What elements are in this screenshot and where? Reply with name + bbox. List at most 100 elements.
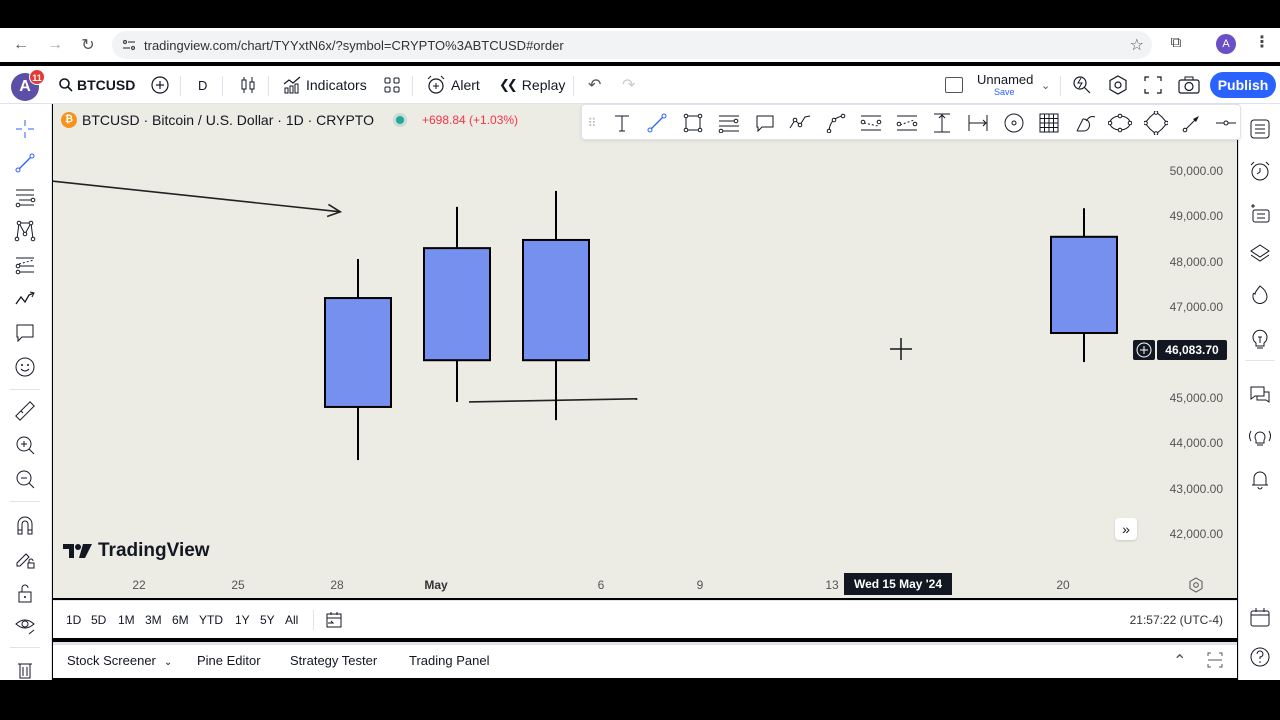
clock-timezone[interactable]: 21:57:22 (UTC-4) <box>1130 613 1223 627</box>
publish-button[interactable]: Publish <box>1210 72 1276 98</box>
alerts-clock-icon[interactable] <box>1247 158 1273 184</box>
compare-button[interactable] <box>150 66 170 104</box>
scroll-to-realtime-button[interactable]: » <box>1115 518 1137 540</box>
streams-lightbulb-icon[interactable] <box>1247 424 1273 450</box>
lock-drawings-pencil-icon[interactable] <box>12 546 38 572</box>
path-tool-icon[interactable] <box>788 111 812 135</box>
trendline-drawing[interactable] <box>468 397 638 403</box>
replay-button[interactable]: ❮❮ Replay <box>499 66 565 104</box>
snapshot-button[interactable] <box>1178 66 1200 104</box>
go-to-date-icon[interactable] <box>325 611 343 634</box>
undo-icon[interactable]: ↶ <box>588 66 601 104</box>
chats-icon[interactable] <box>1247 382 1273 408</box>
extensions-icon[interactable]: ⧉ <box>1166 34 1186 54</box>
add-price-alert-button[interactable] <box>1133 340 1155 360</box>
collapse-panel-chevron-up-icon[interactable]: ⌃ <box>1173 651 1186 671</box>
indicators-button[interactable]: Indicators <box>283 66 367 104</box>
trend-line-icon[interactable] <box>12 150 38 176</box>
maximize-panel-icon[interactable] <box>1207 652 1223 671</box>
reload-icon[interactable]: ↻ <box>71 28 105 62</box>
chart-type-button[interactable] <box>240 66 256 104</box>
horizontal-ray-icon[interactable] <box>1214 111 1238 135</box>
range-button-1m[interactable]: 1M <box>118 613 135 627</box>
head-shoulders-icon[interactable] <box>1144 111 1168 135</box>
calendar-icon[interactable] <box>1247 604 1273 630</box>
ideas-lightbulb-icon[interactable] <box>1247 326 1273 352</box>
layout-menu-chevron-icon[interactable]: ⌄ <box>1041 66 1050 104</box>
fib-tool-icon[interactable] <box>717 111 741 135</box>
regression-channel-icon[interactable] <box>895 111 919 135</box>
object-tree-icon[interactable] <box>1247 200 1273 226</box>
site-settings-icon[interactable] <box>122 38 136 52</box>
pattern-icon[interactable] <box>12 218 38 244</box>
range-button-1y[interactable]: 1Y <box>235 613 250 627</box>
rectangle-tool-icon[interactable] <box>681 111 705 135</box>
arrow-marker-icon[interactable] <box>1180 111 1204 135</box>
tab-strategy-tester[interactable]: Strategy Tester <box>290 653 377 668</box>
help-icon[interactable] <box>1247 644 1273 670</box>
callout-tool-icon[interactable] <box>753 111 777 135</box>
candle-body[interactable] <box>522 238 590 362</box>
curve-tool-icon[interactable] <box>824 111 848 135</box>
address-bar[interactable]: tradingview.com/chart/TYYxtN6x/?symbol=C… <box>112 31 1152 59</box>
candle-body[interactable] <box>423 247 491 362</box>
tab-trading-panel[interactable]: Trading Panel <box>409 653 489 668</box>
price-range-icon[interactable] <box>930 111 954 135</box>
crosshair-cursor-icon[interactable] <box>12 116 38 142</box>
ellipse-tool-icon[interactable] <box>1108 111 1132 135</box>
tab-pine-editor[interactable]: Pine Editor <box>197 653 261 668</box>
time-axis[interactable]: 22 25 28 May 6 9 13 20 Wed 15 May '24 <box>53 572 1237 598</box>
watchlist-icon[interactable] <box>1247 116 1273 142</box>
range-button-ytd[interactable]: YTD <box>199 613 223 627</box>
browser-profile-avatar[interactable]: A <box>1216 34 1236 54</box>
eye-icon[interactable] <box>12 612 38 638</box>
forecasting-icon[interactable] <box>12 252 38 278</box>
forward-icon[interactable]: → <box>38 28 72 62</box>
interval-button[interactable]: D <box>198 66 207 104</box>
range-button-all[interactable]: All <box>285 613 298 627</box>
redo-icon[interactable]: ↷ <box>622 66 635 104</box>
fib-retracement-icon[interactable] <box>12 184 38 210</box>
notifications-bell-icon[interactable] <box>1247 466 1273 492</box>
drag-handle-icon[interactable]: ⠿ <box>584 111 600 135</box>
magnet-icon[interactable] <box>12 512 38 538</box>
arrow-drawing[interactable] <box>53 176 341 213</box>
back-icon[interactable]: ← <box>4 28 38 62</box>
range-button-1d[interactable]: 1D <box>66 613 81 627</box>
range-button-6m[interactable]: 6M <box>172 613 189 627</box>
parallel-channel-icon[interactable] <box>859 111 883 135</box>
candle-body[interactable] <box>324 297 392 408</box>
browser-menu-icon[interactable]: ⋮ <box>1254 32 1270 52</box>
hotlists-flame-icon[interactable] <box>1247 282 1273 308</box>
unlock-icon[interactable] <box>12 580 38 606</box>
url-text[interactable]: tradingview.com/chart/TYYxtN6x/?symbol=C… <box>144 38 564 53</box>
layers-icon[interactable] <box>1247 240 1273 266</box>
date-range-icon[interactable] <box>966 111 990 135</box>
ruler-icon[interactable] <box>12 398 38 424</box>
range-button-5d[interactable]: 5D <box>91 613 106 627</box>
bookmark-star-icon[interactable]: ☆ <box>1130 35 1144 55</box>
symbol-search-button[interactable]: BTCUSD <box>58 66 135 104</box>
axis-settings-icon[interactable] <box>1188 577 1204 593</box>
templates-button[interactable] <box>384 66 400 104</box>
text-tool-icon[interactable] <box>610 111 634 135</box>
gann-grid-icon[interactable] <box>1037 111 1061 135</box>
chart-pane[interactable]: ₿ BTCUSD · Bitcoin / U.S. Dollar · 1D · … <box>53 104 1241 598</box>
candle-body[interactable] <box>1050 235 1118 334</box>
range-button-3m[interactable]: 3M <box>145 613 162 627</box>
tradingview-logo[interactable]: TradingView <box>63 540 210 562</box>
text-note-icon[interactable] <box>12 320 38 346</box>
emoji-icon[interactable] <box>12 354 38 380</box>
layout-name[interactable]: Unnamed <box>977 72 1033 87</box>
quick-search-button[interactable] <box>1072 66 1092 104</box>
alert-button[interactable]: Alert <box>426 66 480 104</box>
range-button-5y[interactable]: 5Y <box>260 613 275 627</box>
zoom-out-icon[interactable] <box>12 466 38 492</box>
save-label[interactable]: Save <box>994 87 1015 97</box>
trend-line-tool-icon[interactable] <box>645 111 669 135</box>
zoom-in-icon[interactable] <box>12 432 38 458</box>
tab-stock-screener[interactable]: Stock Screener ⌄ <box>67 653 172 668</box>
settings-button[interactable] <box>1108 66 1128 104</box>
symbol-title[interactable]: BTCUSD · Bitcoin / U.S. Dollar · 1D · CR… <box>82 112 374 128</box>
price-chart[interactable] <box>53 104 1237 598</box>
